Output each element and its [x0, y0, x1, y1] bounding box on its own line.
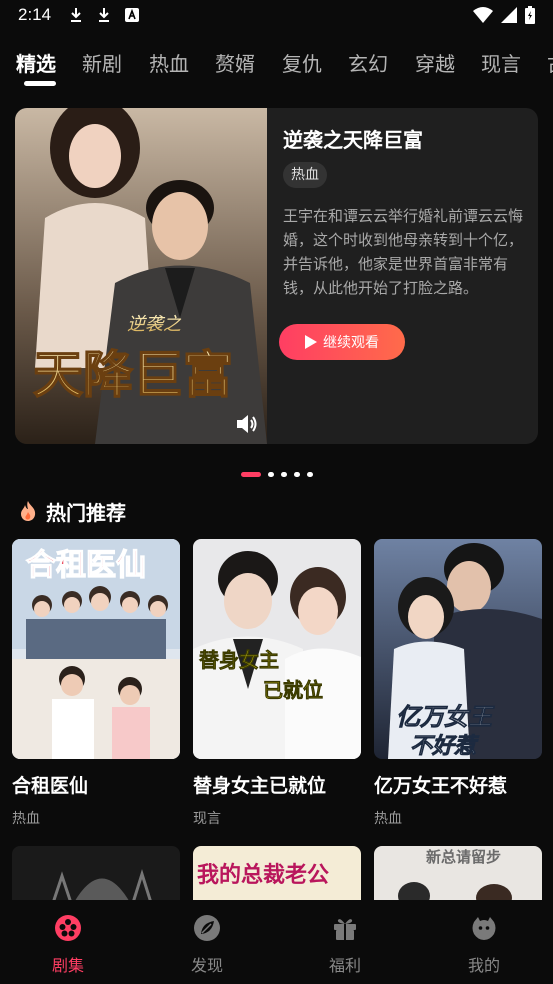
- nav-series[interactable]: 剧集: [28, 914, 108, 976]
- flame-icon: [21, 501, 36, 521]
- bottom-navigation: 剧集 发现 福利 我的: [0, 900, 553, 984]
- drama-thumbnail-partial[interactable]: 我的总裁老公: [193, 846, 361, 906]
- drama-poster-art: 新总请留步: [374, 846, 542, 906]
- carousel-indicator: [0, 472, 553, 478]
- tab-time-travel[interactable]: 穿越: [415, 48, 455, 77]
- poster-title: 新总请留步: [426, 848, 501, 866]
- wifi-icon: [473, 7, 493, 23]
- poster-title-line1: 亿万女王: [396, 703, 495, 731]
- hero-description: 王宇在和谭云云举行婚礼前谭云云悔婚，这个时收到他母亲转到十个亿，并告诉他，他家是…: [283, 207, 524, 297]
- section-title-text: 热门推荐: [46, 500, 126, 525]
- tab-new[interactable]: 新剧: [82, 48, 122, 77]
- nav-rewards[interactable]: 福利: [305, 914, 385, 976]
- download-icon: [71, 8, 82, 22]
- hero-title[interactable]: 逆袭之天降巨富: [283, 124, 423, 153]
- nav-series-label: 剧集: [51, 956, 84, 975]
- continue-watching-button[interactable]: 继续观看: [279, 324, 405, 360]
- poster-title: 我的总裁老公: [197, 862, 329, 888]
- play-icon: [305, 335, 317, 349]
- drama-thumbnail[interactable]: 合租医仙: [12, 539, 180, 759]
- category-tabs: 精选 新剧 热血 赘婿 复仇 玄幻 穿越 现言 古: [0, 40, 553, 90]
- nav-profile[interactable]: 我的: [444, 914, 524, 976]
- hero-genre-tag: 热血: [283, 162, 327, 188]
- hero-poster-title: 天降巨富: [33, 345, 233, 404]
- nav-discover[interactable]: 发现: [167, 914, 247, 976]
- poster-title-line2: 不好惹: [410, 734, 480, 759]
- drama-poster-art: [12, 846, 180, 906]
- drama-title[interactable]: 合租医仙: [12, 771, 180, 798]
- tab-revenge[interactable]: 复仇: [282, 48, 322, 77]
- continue-watching-label: 继续观看: [323, 335, 379, 351]
- nav-discover-label: 发现: [190, 956, 223, 975]
- tab-ancient[interactable]: 古: [547, 48, 553, 77]
- drama-genre: 热血: [374, 811, 402, 827]
- drama-thumbnail-partial[interactable]: [12, 846, 180, 906]
- drama-thumbnail-partial[interactable]: 新总请留步: [374, 846, 542, 906]
- hero-poster-art: 逆袭之 天降巨富: [15, 108, 267, 444]
- drama-poster-art: 我的总裁老公: [193, 846, 361, 906]
- carousel-dot[interactable]: [307, 472, 313, 477]
- gift-icon: [334, 919, 356, 940]
- tab-action[interactable]: 热血: [149, 48, 189, 77]
- carousel-dot-active[interactable]: [241, 472, 261, 477]
- film-reel-icon: [55, 915, 81, 941]
- poster-title-line2: 已就位: [263, 678, 323, 702]
- nav-rewards-label: 福利: [328, 956, 361, 975]
- volume-icon[interactable]: [235, 413, 259, 435]
- drama-poster-art: 替身女主 已就位: [193, 539, 361, 759]
- drama-title[interactable]: 替身女主已就位: [193, 771, 361, 798]
- drama-genre: 热血: [12, 811, 40, 827]
- drama-thumbnail[interactable]: 亿万女王 不好惹: [374, 539, 542, 759]
- compass-leaf-icon: [194, 915, 220, 941]
- drama-genre: 现言: [193, 811, 221, 827]
- signal-icon: [501, 7, 517, 23]
- carousel-dot[interactable]: [294, 472, 300, 477]
- active-tab-indicator: [24, 81, 56, 86]
- battery-icon: [525, 6, 535, 24]
- hero-info: 逆袭之天降巨富 热血 王宇在和谭云云举行婚礼前谭云云悔婚，这个时收到他母亲转到十…: [279, 108, 531, 444]
- profile-face-icon: [472, 917, 496, 940]
- drama-poster-art: 亿万女王 不好惹: [374, 539, 542, 759]
- poster-title-line1: 替身女主: [199, 648, 279, 672]
- poster-title: 合租医仙: [26, 548, 146, 583]
- carousel-dot[interactable]: [281, 472, 287, 477]
- drama-card[interactable]: 合租医仙 合租医仙 热血: [12, 539, 180, 828]
- drama-card[interactable]: 替身女主 已就位 替身女主已就位 现言: [193, 539, 361, 828]
- drama-thumbnail[interactable]: 替身女主 已就位: [193, 539, 361, 759]
- drama-poster-art: 合租医仙: [12, 539, 180, 759]
- tab-fantasy[interactable]: 玄幻: [348, 48, 388, 77]
- tab-modern-romance[interactable]: 现言: [481, 48, 521, 77]
- tab-featured[interactable]: 精选: [16, 48, 56, 77]
- drama-title[interactable]: 亿万女王不好惹: [374, 771, 542, 798]
- tab-son-in-law[interactable]: 赘婿: [215, 48, 255, 77]
- status-time: 2:14: [18, 5, 52, 24]
- carousel-dot[interactable]: [268, 472, 274, 477]
- hero-poster[interactable]: 逆袭之 天降巨富: [15, 108, 267, 444]
- section-hot-recommend: 热门推荐: [18, 496, 126, 526]
- drama-card[interactable]: 亿万女王 不好惹 亿万女王不好惹 热血: [374, 539, 542, 828]
- download-icon: [99, 8, 110, 22]
- hero-banner[interactable]: 逆袭之 天降巨富 逆袭之天降巨富 热血 王宇在和谭云云举行婚礼前谭云云悔婚，这个…: [15, 108, 538, 444]
- nav-profile-label: 我的: [467, 956, 500, 975]
- hero-poster-subtitle: 逆袭之: [127, 314, 182, 335]
- font-a-icon: [125, 8, 140, 22]
- status-bar: 2:14: [0, 0, 553, 30]
